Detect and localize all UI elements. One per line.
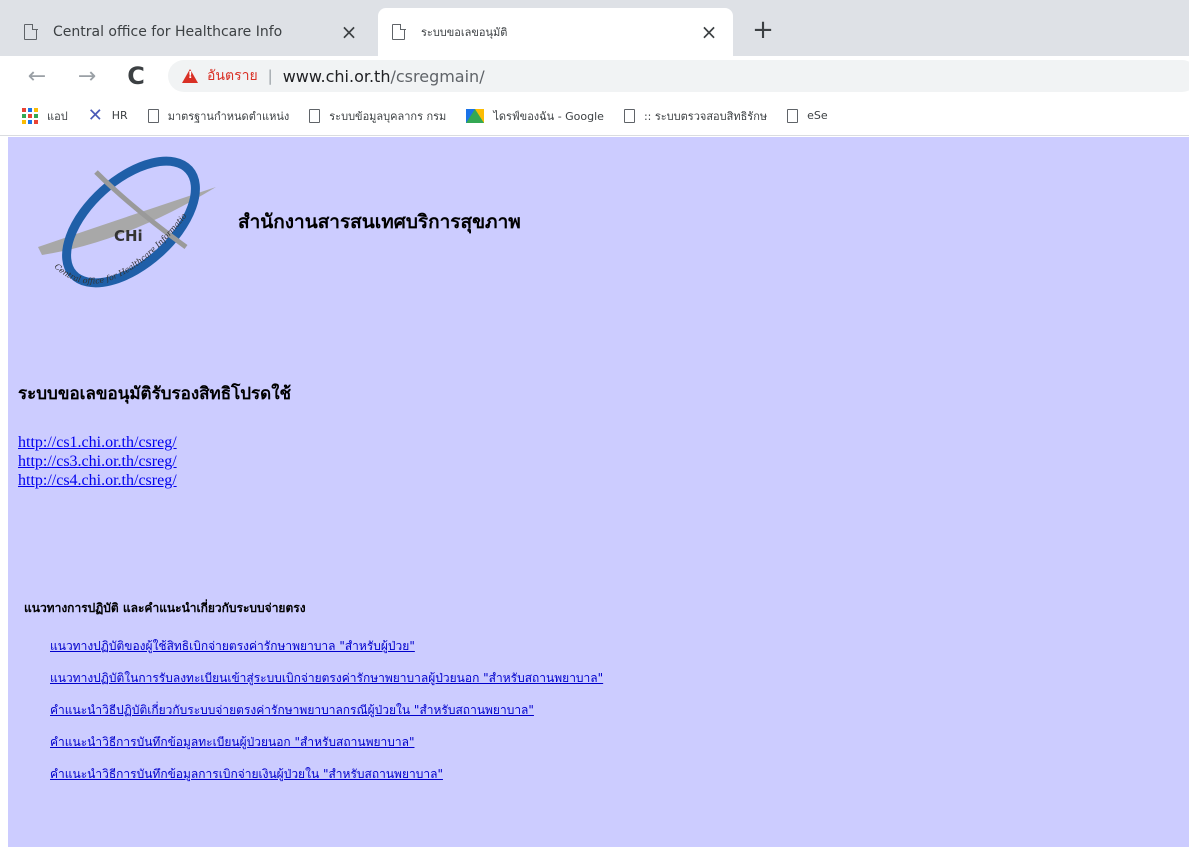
- cs3-link[interactable]: http://cs3.chi.or.th/csreg/: [18, 452, 177, 471]
- page-icon: [24, 23, 38, 40]
- bookmark-label: ไดรฟ์ของฉัน - Google: [493, 109, 604, 123]
- org-title: สำนักงานสารสนเทศบริการสุขภาพ: [238, 211, 521, 233]
- url-path[interactable]: /csregmain/: [390, 67, 484, 86]
- bookmark-label: มาตรฐานกำหนดตำแหน่ง: [167, 109, 290, 123]
- guide-link-list: แนวทางปฏิบัติของผู้ใช้สิทธิเบิกจ่ายตรงค่…: [50, 630, 603, 790]
- guide-link-ipd-claim-record[interactable]: คำแนะนำวิธีการบันทึกข้อมูลการเบิกจ่ายเงิ…: [50, 758, 603, 790]
- bookmark-position-standards[interactable]: มาตรฐานกำหนดตำแหน่ง: [147, 107, 290, 125]
- guide-heading: แนวทางการปฏิบัติ และคำแนะนำเกี่ยวกับระบบ…: [24, 601, 306, 615]
- bookmark-label: eSe: [807, 109, 828, 122]
- tab-strip: Central office for Healthcare Info × ระบ…: [0, 0, 1189, 56]
- bookmark-hr[interactable]: ✕ HR: [87, 104, 128, 126]
- guide-link-ipd-direct-payment[interactable]: คำแนะนำวิธีปฏิบัติเกี่ยวกับระบบจ่ายตรงค่…: [50, 694, 603, 726]
- cs1-link[interactable]: http://cs1.chi.or.th/csreg/: [18, 433, 177, 452]
- apps-grid-icon: [22, 107, 38, 124]
- logo-ring-text: Central office for Healthcare Informatio…: [36, 147, 189, 286]
- tab-csreg[interactable]: ระบบขอเลขอนุมัติ ×: [378, 8, 733, 56]
- close-icon[interactable]: ×: [339, 20, 359, 44]
- security-status[interactable]: อันตราย: [207, 65, 258, 87]
- tab-title: ระบบขอเลขอนุมัติ: [421, 26, 508, 39]
- logo-ring-text-path: Central office for Healthcare Informatio…: [36, 147, 189, 286]
- bookmark-ese[interactable]: eSe: [787, 108, 828, 123]
- browser-toolbar: ← → C อันตราย | www.chi.or.th/csregmain/: [0, 56, 1189, 96]
- cs-link-list: http://cs1.chi.or.th/csreg/ http://cs3.c…: [18, 433, 177, 490]
- hr-logo-icon: ✕: [87, 104, 103, 126]
- bookmark-label: แอป: [47, 109, 68, 123]
- new-tab-button[interactable]: +: [747, 14, 779, 46]
- address-bar[interactable]: อันตราย | www.chi.or.th/csregmain/: [168, 60, 1189, 92]
- bookmark-label: ระบบข้อมูลบุคลากร กรม: [329, 109, 447, 123]
- tab-chi-home[interactable]: Central office for Healthcare Info ×: [10, 8, 373, 56]
- forward-button[interactable]: →: [72, 61, 102, 91]
- url-host[interactable]: www.chi.or.th: [283, 67, 391, 86]
- bookmark-label: HR: [111, 109, 128, 122]
- page-icon: [147, 108, 159, 123]
- google-drive-icon: [466, 108, 485, 123]
- guide-link-patient[interactable]: แนวทางปฏิบัติของผู้ใช้สิทธิเบิกจ่ายตรงค่…: [50, 630, 603, 662]
- close-icon[interactable]: ×: [699, 20, 719, 44]
- bookmark-rights-check[interactable]: :: ระบบตรวจสอบสิทธิรักษ: [623, 107, 768, 125]
- page-content: CHi Central office for Healthcare Inform…: [8, 137, 1189, 847]
- page-icon: [309, 108, 321, 123]
- omnibox-separator: |: [267, 67, 273, 85]
- warning-icon[interactable]: [182, 69, 198, 83]
- tab-title: Central office for Healthcare Info: [53, 24, 283, 40]
- reload-button[interactable]: C: [121, 61, 151, 91]
- bookmark-label: :: ระบบตรวจสอบสิทธิรักษ: [643, 109, 768, 123]
- chi-logo: CHi Central office for Healthcare Inform…: [36, 147, 216, 288]
- page-icon: [623, 108, 635, 123]
- page-icon: [787, 108, 799, 123]
- guide-link-opd-record[interactable]: คำแนะนำวิธีการบันทึกข้อมูลทะเบียนผู้ป่วย…: [50, 726, 603, 758]
- bookmark-personnel-system[interactable]: ระบบข้อมูลบุคลากร กรม: [309, 107, 446, 125]
- bookmarks-bar: แอป ✕ HR มาตรฐานกำหนดตำแหน่ง ระบบข้อมูลบ…: [0, 96, 1189, 136]
- guide-link-opd-registration[interactable]: แนวทางปฏิบัติในการรับลงทะเบียนเข้าสู่ระบ…: [50, 662, 603, 694]
- bookmark-apps[interactable]: แอป: [22, 107, 68, 125]
- back-button[interactable]: ←: [22, 61, 52, 91]
- cs4-link[interactable]: http://cs4.chi.or.th/csreg/: [18, 471, 177, 490]
- bookmark-google-drive[interactable]: ไดรฟ์ของฉัน - Google: [466, 107, 604, 125]
- section-title: ระบบขอเลขอนุมัติรับรองสิทธิโปรดใช้: [18, 384, 292, 404]
- page-icon: [392, 23, 406, 40]
- logo-text: CHi: [114, 227, 143, 245]
